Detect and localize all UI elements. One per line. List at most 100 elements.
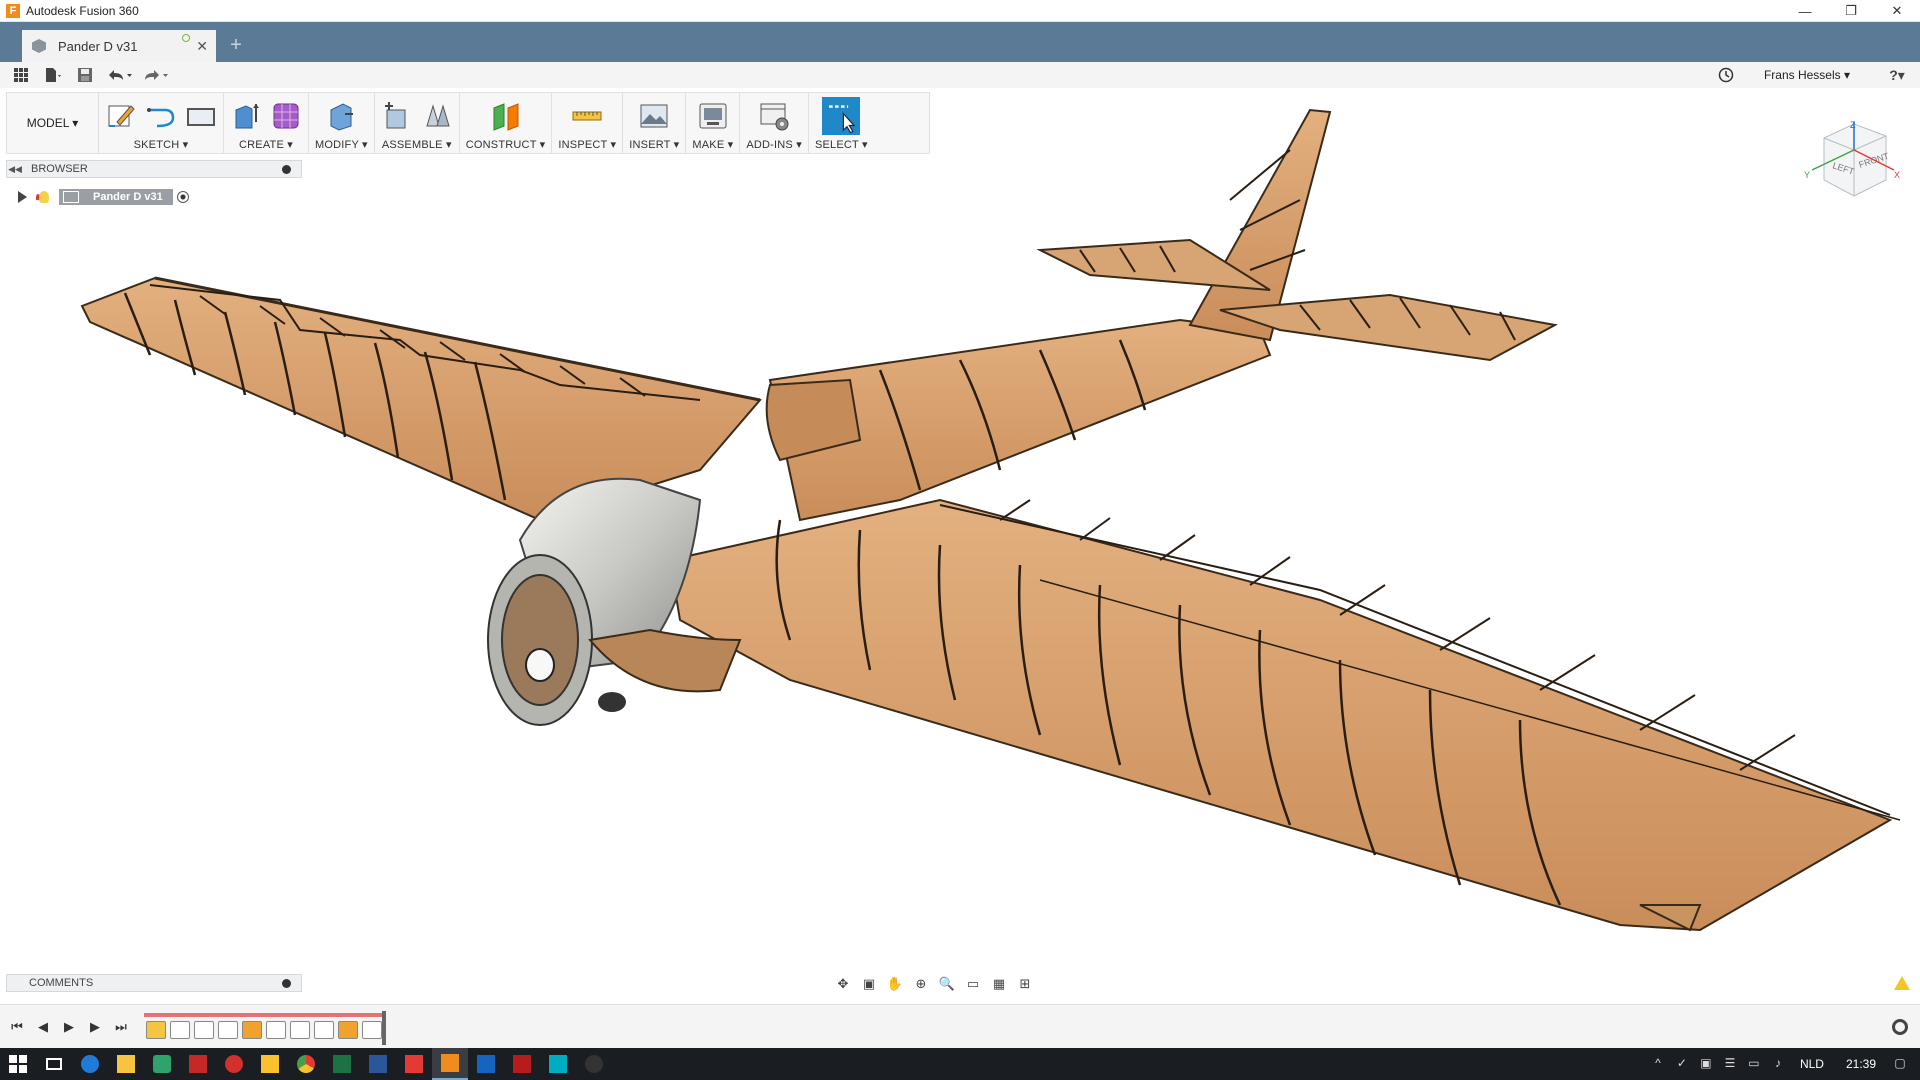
rectangle-icon[interactable] (185, 100, 217, 132)
browser-pin-icon[interactable] (282, 165, 291, 174)
make-menu[interactable]: MAKE ▾ (692, 138, 733, 151)
timeline-feature[interactable] (290, 1021, 310, 1039)
close-window-button[interactable]: ✕ (1874, 0, 1920, 22)
go-to-end-icon[interactable]: ⏭ (112, 1019, 130, 1035)
airplane-model[interactable] (0, 88, 1920, 968)
clock[interactable]: 21:39 (1846, 1057, 1876, 1071)
timeline-feature[interactable] (362, 1021, 382, 1039)
extrude-icon[interactable] (230, 100, 262, 132)
joint-icon[interactable] (421, 100, 453, 132)
timeline-feature[interactable] (170, 1021, 190, 1039)
activate-component-icon[interactable] (176, 191, 189, 203)
fit-zoom-icon[interactable]: 🔍 (936, 974, 958, 994)
grid-settings-icon[interactable]: ▦ (988, 974, 1010, 994)
new-tab-button[interactable]: + (224, 34, 248, 58)
go-to-start-icon[interactable]: ⏮ (8, 1019, 26, 1035)
timeline-feature[interactable] (242, 1021, 262, 1039)
select-icon[interactable] (822, 97, 861, 135)
app-media-icon[interactable] (180, 1048, 216, 1080)
language-indicator[interactable]: NLD (1800, 1057, 1824, 1071)
offset-plane-icon[interactable] (490, 100, 522, 132)
3d-print-icon[interactable] (697, 100, 729, 132)
file-explorer-icon[interactable] (108, 1048, 144, 1080)
network-icon[interactable]: ▭ (1744, 1056, 1764, 1072)
visibility-bulb-icon[interactable] (39, 191, 49, 203)
add-ins-menu[interactable]: ADD-INS ▾ (746, 138, 802, 151)
measure-icon[interactable] (571, 100, 603, 132)
minimize-button[interactable]: — (1782, 0, 1828, 22)
tray-app-icon[interactable]: ☰ (1720, 1056, 1740, 1072)
undo-icon[interactable] (102, 62, 138, 88)
user-account-menu[interactable]: Frans Hessels ▾ (1764, 68, 1850, 82)
warning-icon[interactable] (1894, 976, 1910, 990)
app-green-icon[interactable] (144, 1048, 180, 1080)
step-forward-icon[interactable]: ▶ (86, 1019, 104, 1035)
comments-panel-header[interactable]: COMMENTS (6, 974, 302, 992)
orbit-icon[interactable]: ✥ (832, 974, 854, 994)
construct-menu[interactable]: CONSTRUCT ▾ (466, 138, 546, 151)
timeline-marker[interactable] (382, 1011, 386, 1045)
tray-app-icon[interactable]: ▣ (1696, 1056, 1716, 1072)
edge-browser-icon[interactable] (72, 1048, 108, 1080)
data-panel-grid-icon[interactable] (14, 68, 28, 82)
root-component-node[interactable]: Pander D v31 (59, 189, 173, 205)
form-icon[interactable] (270, 100, 302, 132)
viewcube[interactable]: LEFT FRONT Z X Y (1804, 118, 1904, 206)
inspect-menu[interactable]: INSPECT ▾ (558, 138, 616, 151)
notifications-icon[interactable]: ▢ (1890, 1056, 1910, 1072)
job-status-clock-icon[interactable] (1716, 62, 1736, 88)
select-menu[interactable]: SELECT ▾ (815, 138, 868, 151)
left-wing[interactable] (80, 276, 762, 522)
tray-app-icon[interactable]: ✓ (1672, 1056, 1692, 1072)
help-icon[interactable]: ?▾ (1880, 62, 1914, 88)
line-icon[interactable] (145, 100, 177, 132)
zoom-icon[interactable]: ⊕ (910, 974, 932, 994)
display-settings-icon[interactable]: ▭ (962, 974, 984, 994)
app-yellow-icon[interactable] (252, 1048, 288, 1080)
acrobat-icon[interactable] (504, 1048, 540, 1080)
timeline-feature[interactable] (338, 1021, 358, 1039)
timeline-feature[interactable] (218, 1021, 238, 1039)
close-tab-button[interactable]: ✕ (196, 38, 208, 55)
word-icon[interactable] (360, 1048, 396, 1080)
save-icon[interactable] (68, 62, 102, 88)
step-back-icon[interactable]: ◀ (34, 1019, 52, 1035)
assemble-menu[interactable]: ASSEMBLE ▾ (382, 138, 452, 151)
press-pull-icon[interactable] (325, 100, 357, 132)
pan-icon[interactable]: ✋ (884, 974, 906, 994)
app-teal-icon[interactable] (540, 1048, 576, 1080)
volume-icon[interactable]: ♪ (1768, 1056, 1788, 1072)
right-wing[interactable] (668, 498, 1901, 932)
collapse-browser-icon[interactable]: ◀◀ (7, 164, 23, 175)
start-windows-icon[interactable] (0, 1048, 36, 1080)
workspace-switcher[interactable]: MODEL ▾ (7, 93, 99, 153)
app-dim-icon[interactable] (576, 1048, 612, 1080)
chrome-browser-icon[interactable] (288, 1048, 324, 1080)
timeline-feature[interactable] (266, 1021, 286, 1039)
3d-viewport[interactable] (0, 88, 1920, 968)
document-tab[interactable]: Pander D v31 ✕ (22, 30, 216, 62)
restore-button[interactable]: ❐ (1828, 0, 1874, 22)
modify-menu[interactable]: MODIFY ▾ (315, 138, 368, 151)
play-icon[interactable]: ▶ (60, 1019, 78, 1035)
scripts-addins-icon[interactable] (758, 100, 790, 132)
app-blue-r-icon[interactable] (468, 1048, 504, 1080)
look-at-icon[interactable]: ▣ (858, 974, 880, 994)
insert-menu[interactable]: INSERT ▾ (629, 138, 679, 151)
create-sketch-icon[interactable] (105, 100, 137, 132)
timeline-settings-gear-icon[interactable] (1892, 1019, 1908, 1035)
tray-chevron-icon[interactable]: ^ (1648, 1056, 1668, 1072)
new-component-icon[interactable] (381, 100, 413, 132)
add-comment-icon[interactable] (282, 979, 291, 988)
timeline-feature[interactable] (194, 1021, 214, 1039)
browser-tree-root[interactable]: Pander D v31 (18, 188, 189, 206)
fuselage[interactable] (765, 318, 1272, 522)
timeline-feature[interactable] (146, 1021, 166, 1039)
insert-image-icon[interactable] (638, 100, 670, 132)
fusion-taskbar-icon[interactable] (432, 1048, 468, 1080)
app-red-round-icon[interactable] (216, 1048, 252, 1080)
task-view-icon[interactable] (36, 1048, 72, 1080)
timeline-feature[interactable] (314, 1021, 334, 1039)
file-menu-icon[interactable] (38, 62, 68, 88)
viewports-icon[interactable]: ⊞ (1014, 974, 1036, 994)
